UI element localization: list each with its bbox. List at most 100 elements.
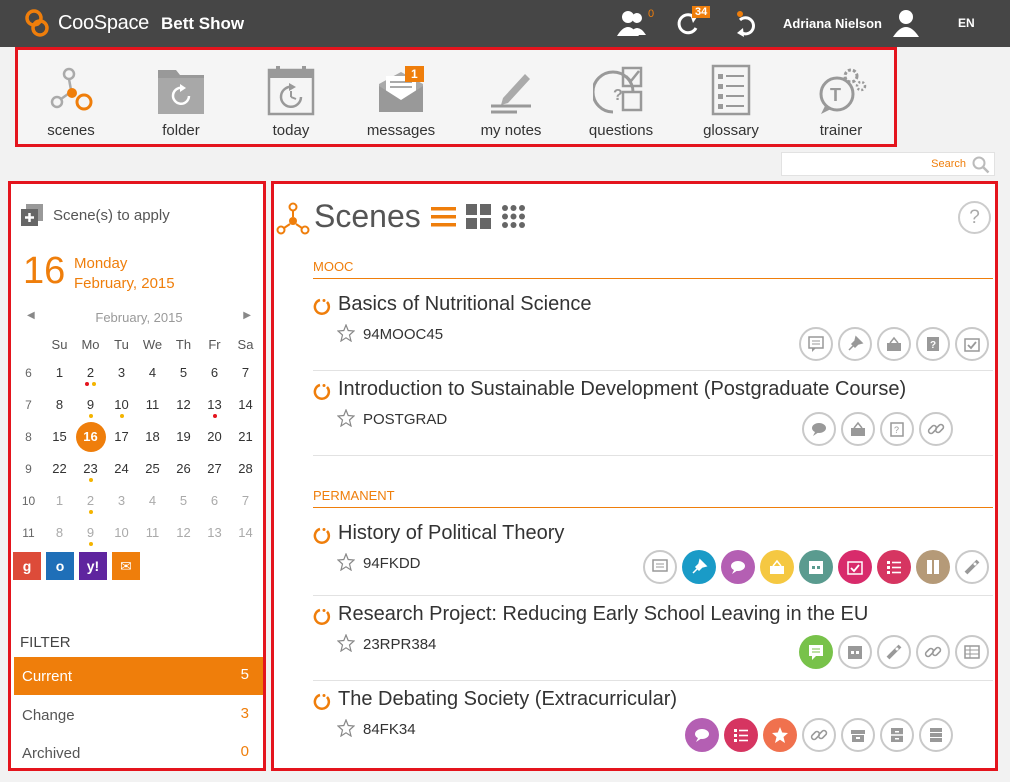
tool-scenes[interactable]: scenes [21, 64, 121, 139]
grid-view-icon[interactable] [466, 204, 491, 229]
calendar-day[interactable]: 3 [106, 492, 137, 524]
inbox-tool-icon[interactable] [760, 550, 794, 584]
calendar-day[interactable]: 14 [230, 524, 261, 556]
pin-tool-icon[interactable] [838, 327, 872, 361]
calendar-day[interactable]: 7 [230, 492, 261, 524]
help-button[interactable]: ? [958, 201, 991, 234]
filter-archived[interactable]: Archived 0 [14, 734, 263, 772]
return-icon[interactable] [732, 8, 758, 38]
link-tool-icon[interactable] [919, 412, 953, 446]
forum-tool-icon[interactable] [799, 327, 833, 361]
scene-row[interactable]: Introduction to Sustainable Development … [313, 376, 993, 456]
calendar-day[interactable]: 24 [106, 460, 137, 492]
calendar-day[interactable]: 17 [106, 428, 137, 460]
tile-view-icon[interactable] [501, 204, 526, 229]
calendar-day[interactable]: 19 [168, 428, 199, 460]
forum-tool-icon[interactable] [799, 635, 833, 669]
yahoo-calendar-icon[interactable]: y! [79, 552, 107, 580]
favorite-star-icon[interactable] [337, 634, 355, 652]
calendar-day[interactable]: 11 [137, 396, 168, 428]
scene-title[interactable]: The Debating Society (Extracurricular) [338, 688, 677, 711]
brand-logo[interactable]: CooSpace [22, 8, 149, 38]
chat-tool-icon[interactable] [685, 718, 719, 752]
scene-title[interactable]: Basics of Nutritional Science [338, 293, 591, 316]
pin-tool-icon[interactable] [682, 550, 716, 584]
tool-my-notes[interactable]: my notes [461, 64, 561, 139]
calendar-day[interactable]: 12 [168, 396, 199, 428]
chat-tool-icon[interactable] [721, 550, 755, 584]
calendar-day[interactable]: 13 [199, 524, 230, 556]
calendar-day[interactable]: 3 [106, 364, 137, 396]
calendar-day[interactable]: 15 [44, 428, 75, 460]
table-tool-icon[interactable] [955, 635, 989, 669]
scene-row[interactable]: The Debating Society (Extracurricular) 8… [313, 686, 993, 766]
checklist-tool-icon[interactable] [877, 550, 911, 584]
scene-title[interactable]: History of Political Theory [338, 522, 564, 545]
user-avatar-icon[interactable] [892, 8, 920, 38]
calendar-day[interactable]: 10 [106, 396, 137, 428]
calendar-day[interactable]: 13 [199, 396, 230, 428]
assignment-tool-icon[interactable] [955, 327, 989, 361]
star-tool-icon[interactable] [763, 718, 797, 752]
scene-title[interactable]: Research Project: Reducing Early School … [338, 603, 868, 626]
archive-tool-icon[interactable] [841, 718, 875, 752]
calendar-day[interactable]: 25 [137, 460, 168, 492]
calendar-next-button[interactable]: ▶ [243, 310, 251, 321]
search-icon[interactable] [972, 156, 990, 174]
mail-calendar-icon[interactable]: ✉ [112, 552, 140, 580]
filter-current[interactable]: Current 5 [14, 657, 263, 695]
inbox-tool-icon[interactable] [841, 412, 875, 446]
scene-title[interactable]: Introduction to Sustainable Development … [338, 378, 906, 401]
cabinet-tool-icon[interactable] [880, 718, 914, 752]
list-view-icon[interactable] [431, 204, 456, 229]
calendar-day[interactable]: 18 [137, 428, 168, 460]
favorite-star-icon[interactable] [337, 553, 355, 571]
calendar-tool-icon[interactable] [838, 635, 872, 669]
assignment-tool-icon[interactable] [838, 550, 872, 584]
calendar-day[interactable]: 14 [230, 396, 261, 428]
calendar-day[interactable]: 23 [75, 460, 106, 492]
calendar-day[interactable]: 4 [137, 492, 168, 524]
calendar-day[interactable]: 1 [44, 492, 75, 524]
calendar-day[interactable]: 28 [230, 460, 261, 492]
calendar-day[interactable]: 1 [44, 364, 75, 396]
calendar-day[interactable]: 6 [199, 492, 230, 524]
user-name[interactable]: Adriana Nielson [783, 16, 882, 31]
tool-glossary[interactable]: glossary [681, 64, 781, 139]
scene-row[interactable]: Research Project: Reducing Early School … [313, 601, 993, 681]
calendar-tool-icon[interactable] [799, 550, 833, 584]
favorite-star-icon[interactable] [337, 719, 355, 737]
tool-trainer[interactable]: T trainer [791, 64, 891, 139]
scene-row[interactable]: Basics of Nutritional Science 94MOOC45 ? [313, 291, 993, 371]
calendar-day-today[interactable]: 16 [75, 422, 106, 460]
checklist-tool-icon[interactable] [724, 718, 758, 752]
calendar-day[interactable]: 26 [168, 460, 199, 492]
favorite-star-icon[interactable] [337, 409, 355, 427]
calendar-day[interactable]: 7 [230, 364, 261, 396]
google-calendar-icon[interactable]: g [13, 552, 41, 580]
favorite-star-icon[interactable] [337, 324, 355, 342]
outlook-calendar-icon[interactable]: o [46, 552, 74, 580]
calendar-day[interactable]: 11 [137, 524, 168, 556]
calendar-day[interactable]: 5 [168, 364, 199, 396]
clipboard-tool-icon[interactable]: ? [880, 412, 914, 446]
scene-row[interactable]: History of Political Theory 94FKDD [313, 520, 993, 596]
calendar-day[interactable]: 22 [44, 460, 75, 492]
calendar-day[interactable]: 2 [75, 492, 106, 524]
link-tool-icon[interactable] [916, 635, 950, 669]
chat-tool-icon[interactable] [802, 412, 836, 446]
search-input[interactable] [786, 156, 966, 172]
calendar-day[interactable]: 12 [168, 524, 199, 556]
forum-tool-icon[interactable] [643, 550, 677, 584]
tag-tool-icon[interactable] [877, 635, 911, 669]
calendar-day[interactable]: 8 [44, 396, 75, 428]
quiz-tool-icon[interactable]: ? [916, 327, 950, 361]
calendar-day[interactable]: 20 [199, 428, 230, 460]
calendar-day[interactable]: 6 [199, 364, 230, 396]
link-tool-icon[interactable] [802, 718, 836, 752]
tool-questions[interactable]: ? questions [571, 64, 671, 139]
calendar-day[interactable]: 5 [168, 492, 199, 524]
language-selector[interactable]: EN [958, 16, 975, 30]
tag-tool-icon[interactable] [955, 550, 989, 584]
calendar-day[interactable]: 4 [137, 364, 168, 396]
